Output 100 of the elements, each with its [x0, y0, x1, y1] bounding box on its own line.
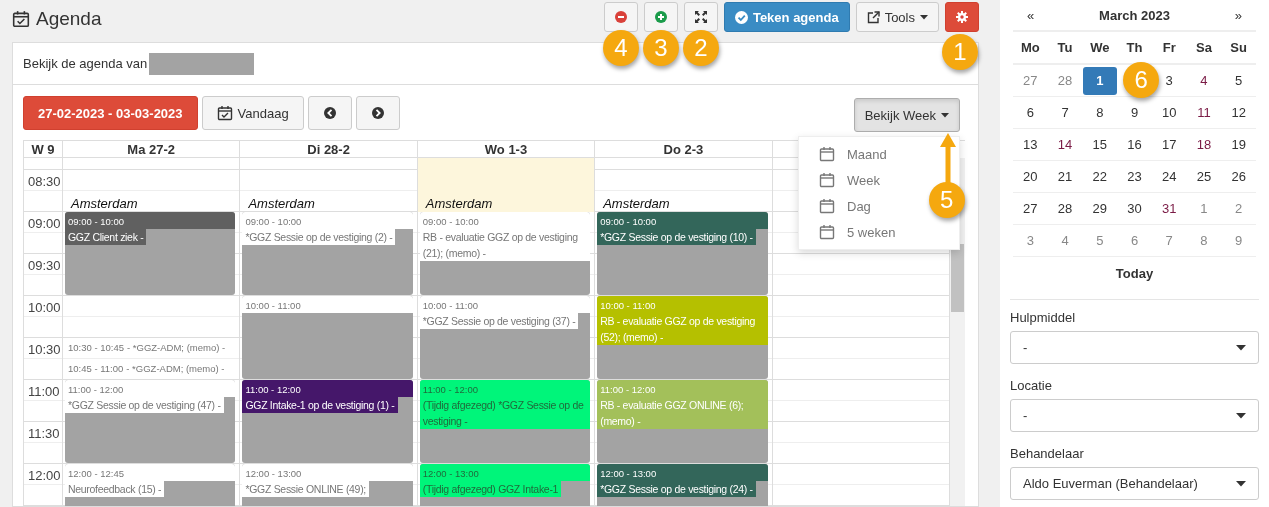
calendar-day[interactable]: 28: [1054, 66, 1076, 95]
calendar-event[interactable]: 09:00 - 10:00 GGZ Client ziek -: [65, 212, 236, 295]
calendar-event[interactable]: 11:00 - 12:00 GGZ Intake-1 op de vestiging (1) -: [242, 380, 413, 463]
owner-label: Bekijk de agenda van: [23, 56, 148, 71]
calendar-event[interactable]: 10:00 - 11:00 *GGZ Sessie op de vestiging (37) -: [419, 296, 591, 379]
time-label: 10:00: [27, 299, 62, 317]
calendar-event[interactable]: 12:00 - 13:00 *GGZ Sessie op de vestiging (24) -: [597, 464, 768, 506]
time-label: 11:00: [27, 383, 61, 401]
calendar-day[interactable]: 8: [1197, 226, 1211, 255]
calendar-day[interactable]: 27: [1020, 66, 1041, 95]
caret-icon: [920, 14, 928, 20]
calendar-day[interactable]: 30: [1124, 194, 1145, 223]
annotation-badge: 6: [1123, 62, 1160, 98]
add-button[interactable]: [643, 2, 678, 32]
day-header: Ma 27-2: [63, 141, 241, 158]
event-title: (Tijdig afgezegd) *GGZ Sessie op de vestiging -: [419, 397, 591, 429]
calendar-day[interactable]: 29: [1089, 194, 1110, 223]
calendar-event[interactable]: 09:00 - 10:00 RB - evaluatie GGZ op de vestiging (21); (memo) -: [419, 212, 591, 295]
calendar-day[interactable]: 9: [1232, 226, 1246, 255]
plus-circle-icon: [654, 11, 667, 23]
calendar-day[interactable]: 1: [1082, 66, 1117, 95]
calendar-day[interactable]: 18: [1193, 130, 1215, 159]
event-time: 10:30 - 10:45: [68, 342, 124, 353]
event-time: 10:00 - 11:00: [419, 296, 591, 313]
next-button[interactable]: [355, 96, 400, 130]
select-field[interactable]: -: [1010, 399, 1259, 432]
calendar-day[interactable]: 8: [1093, 98, 1107, 127]
calendar-event[interactable]: 11:00 - 12:00 (Tijdig afgezegd) *GGZ Sessie op de vestiging -: [419, 380, 591, 463]
calendar-day[interactable]: 4: [1058, 226, 1072, 255]
arrow-right-circle-icon: [371, 107, 384, 119]
settings-button[interactable]: [945, 2, 979, 32]
calendar-day[interactable]: 9: [1127, 98, 1142, 127]
calendar-day[interactable]: 28: [1054, 194, 1076, 223]
calendar-event[interactable]: 12:00 - 13:00 *GGZ Sessie ONLINE (49);: [242, 464, 413, 506]
day-header: Do 2-3: [595, 141, 773, 158]
calendar-day[interactable]: 22: [1089, 162, 1110, 191]
calendar-day[interactable]: 25: [1193, 162, 1215, 191]
menu-item[interactable]: Maand: [799, 141, 891, 167]
caret-icon: [1236, 344, 1246, 351]
calendar-day[interactable]: 3: [1162, 66, 1176, 95]
calendar-day[interactable]: 19: [1228, 130, 1249, 159]
today-button[interactable]: Vandaag: [201, 96, 304, 130]
calendar-day[interactable]: 7: [1058, 98, 1072, 127]
menu-item[interactable]: 5 weken: [799, 219, 900, 245]
calendar-day[interactable]: 5: [1232, 66, 1246, 95]
calendar-day[interactable]: 31: [1158, 194, 1180, 223]
calendar-day[interactable]: 2: [1232, 194, 1246, 223]
previous-button[interactable]: [307, 96, 352, 130]
calendar-day[interactable]: 11: [1194, 98, 1214, 127]
calendar-event[interactable]: 12:00 - 12:45 Neurofeedback (15) -: [65, 464, 236, 506]
calendar-day[interactable]: 27: [1020, 194, 1041, 223]
location-label: Amsterdam: [603, 196, 670, 211]
next-month-button[interactable]: »: [1220, 7, 1256, 23]
calendar-day[interactable]: 6: [1023, 98, 1037, 127]
draw-agenda-button[interactable]: Teken agenda: [723, 2, 850, 32]
caret-icon: [1236, 412, 1246, 419]
calendar-day[interactable]: 1: [1197, 194, 1211, 223]
event-time: 12:00 - 13:00: [597, 464, 768, 481]
calendar-event[interactable]: 11:00 - 12:00 *GGZ Sessie op de vestiging (47) -: [65, 380, 236, 463]
remove-button[interactable]: [603, 2, 638, 32]
menu-item[interactable]: Dag: [799, 193, 875, 219]
menu-item[interactable]: Week: [799, 167, 884, 193]
event-title: - *GGZ-ADM; (memo) -: [127, 342, 226, 353]
calendar-event[interactable]: 09:00 - 10:00 *GGZ Sessie op de vestiging (10) -: [597, 212, 768, 295]
calendar-day[interactable]: 26: [1228, 162, 1249, 191]
calendar-day[interactable]: 20: [1020, 162, 1041, 191]
calendar-event[interactable]: 09:00 - 10:00 *GGZ Sessie op de vestiging (2) -: [242, 212, 413, 295]
calendar-day[interactable]: 24: [1158, 162, 1180, 191]
calendar-day[interactable]: 3: [1023, 226, 1037, 255]
weekday-label: Th: [1125, 40, 1144, 55]
calendar-day[interactable]: 4: [1197, 66, 1211, 95]
caret-icon: [941, 112, 949, 118]
calendar-day[interactable]: 14: [1054, 130, 1076, 159]
calendar-day[interactable]: 16: [1124, 130, 1145, 159]
calendar-day[interactable]: 10: [1158, 98, 1180, 127]
tools-button[interactable]: Tools: [855, 2, 939, 32]
calendar-day[interactable]: 17: [1158, 130, 1180, 159]
select-field[interactable]: Aldo Euverman (Behandelaar): [1010, 467, 1259, 500]
day-header: Di 28-2: [240, 141, 418, 158]
fullscreen-button[interactable]: [683, 2, 718, 32]
calendar-day[interactable]: 7: [1162, 226, 1176, 255]
today-button[interactable]: Today: [1109, 261, 1160, 285]
select-field[interactable]: -: [1010, 331, 1259, 364]
calendar-event[interactable]: 10:00 - 11:00: [242, 296, 413, 379]
event-time: 09:00 - 10:00: [419, 212, 591, 229]
month-title[interactable]: March 2023: [1085, 7, 1184, 23]
calendar-day[interactable]: 13: [1020, 130, 1041, 159]
calendar-day[interactable]: 23: [1124, 162, 1145, 191]
calendar-event[interactable]: 12:00 - 13:00 (Tijdig afgezegd) GGZ Intake-1: [419, 464, 591, 506]
annotation-badge: 1: [942, 34, 978, 70]
calendar-day[interactable]: 12: [1228, 98, 1249, 127]
calendar-day[interactable]: 21: [1054, 162, 1076, 191]
view-button[interactable]: Bekijk Week: [853, 98, 960, 132]
gear-icon: [956, 11, 968, 23]
date-range-button[interactable]: 27-02-2023 - 03-03-2023: [23, 96, 198, 130]
calendar-icon: [819, 198, 835, 214]
calendar-day[interactable]: 15: [1089, 130, 1110, 159]
calendar-day[interactable]: 6: [1127, 226, 1142, 255]
calendar-day[interactable]: 5: [1093, 226, 1107, 255]
previous-month-button[interactable]: «: [1013, 7, 1049, 23]
